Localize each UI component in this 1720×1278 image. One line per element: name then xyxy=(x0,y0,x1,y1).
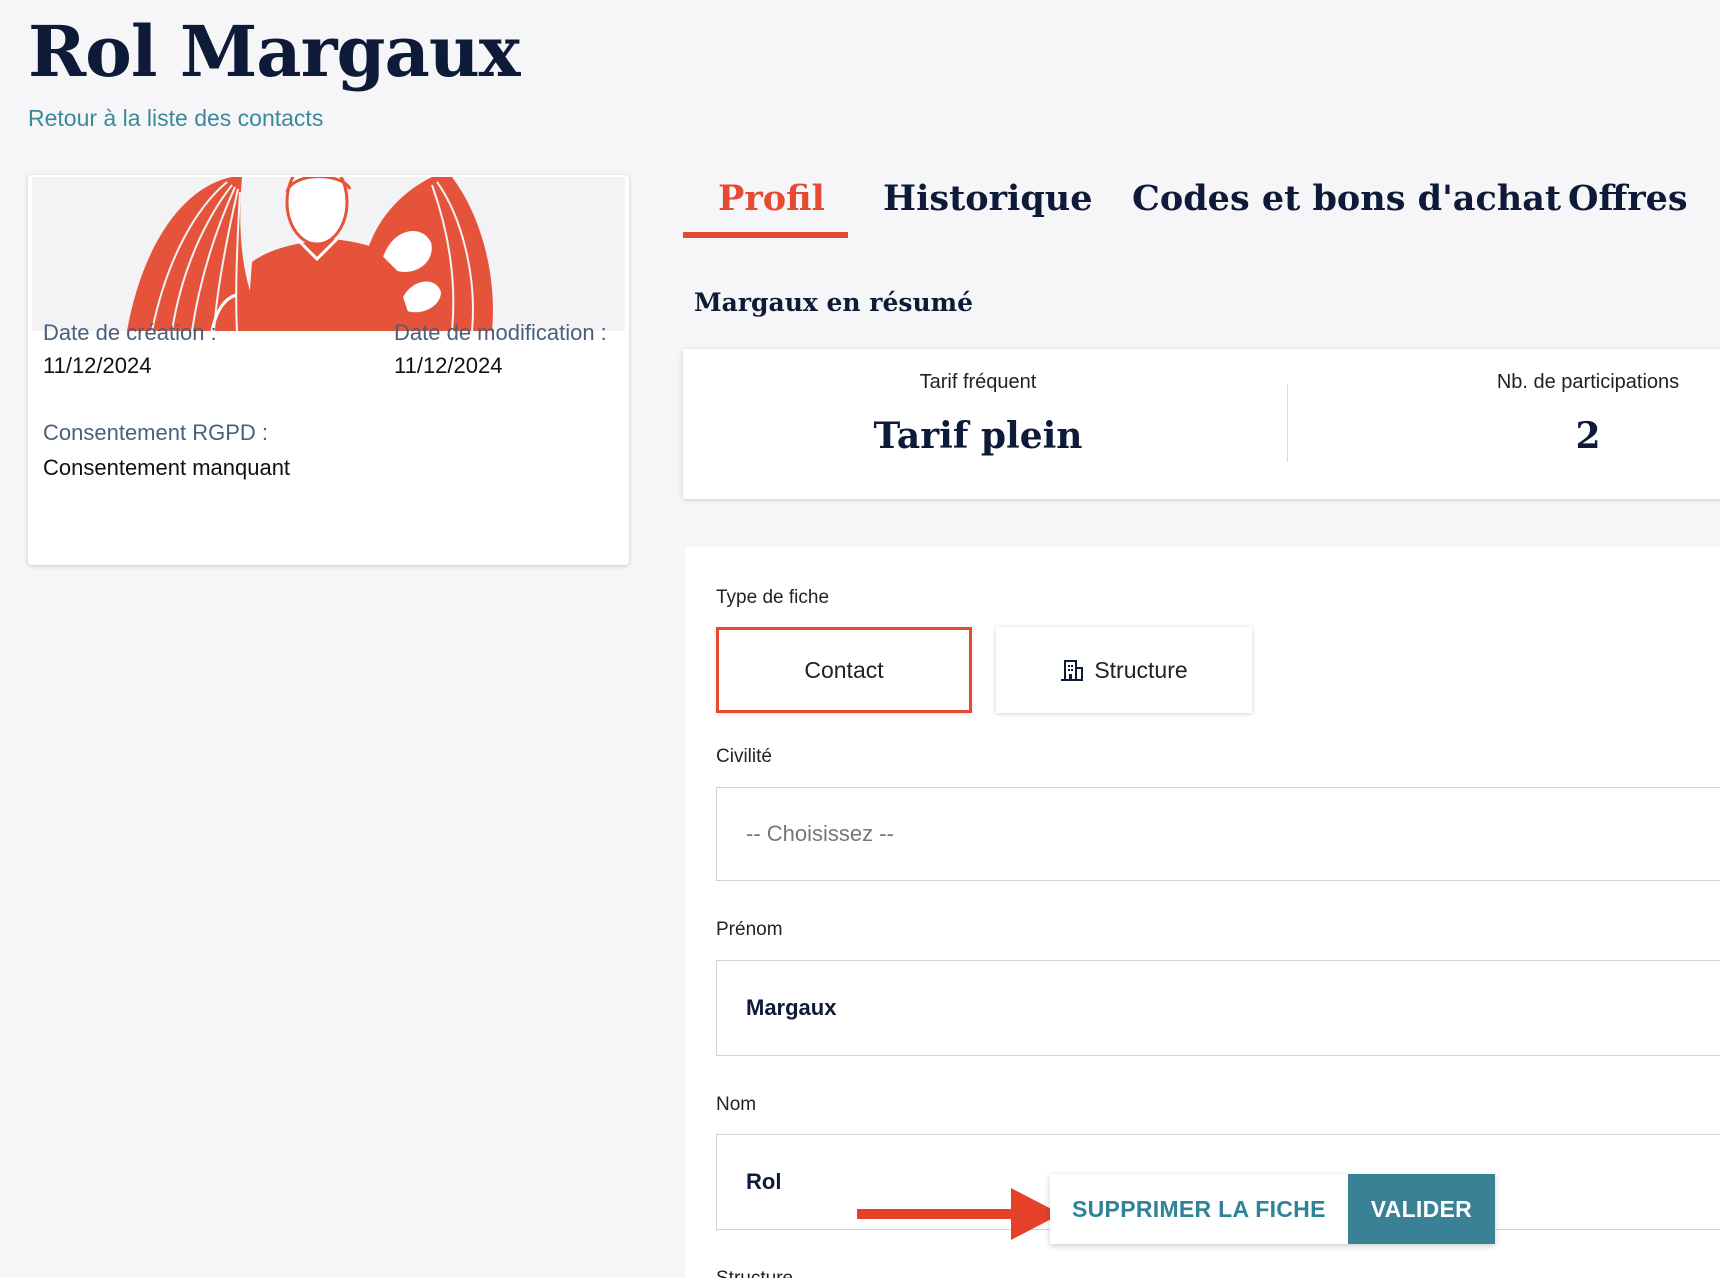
tab-codes-bons-achat[interactable]: Codes et bons d'achat xyxy=(1132,178,1561,219)
civility-select[interactable]: -- Choisissez -- xyxy=(716,787,1720,881)
type-label: Type de fiche xyxy=(716,587,830,608)
building-icon xyxy=(1060,659,1084,681)
back-to-contacts-link[interactable]: Retour à la liste des contacts xyxy=(28,105,323,132)
active-tab-indicator xyxy=(683,232,848,238)
civility-label: Civilité xyxy=(716,746,772,767)
summary-title: Margaux en résumé xyxy=(694,288,973,317)
participations-label: Nb. de participations xyxy=(1496,371,1680,393)
profile-banner-illustration xyxy=(32,177,625,331)
type-structure-label: Structure xyxy=(1094,656,1188,683)
frequent-rate-label: Tarif fréquent xyxy=(919,371,1037,393)
lastname-label: Nom xyxy=(716,1094,757,1115)
frequent-rate-value: Tarif plein xyxy=(873,415,1083,457)
contact-form: Type de fiche Contact Structure Civilité xyxy=(685,547,1720,1278)
contact-page: Rol Margaux Retour à la liste des contac… xyxy=(0,0,1720,1278)
tab-historique[interactable]: Historique xyxy=(883,178,1093,219)
created-date-label: Date de création : xyxy=(43,320,217,345)
consent-value: Consentement manquant xyxy=(43,455,291,480)
participations-value: 2 xyxy=(1575,415,1601,457)
created-date-value: 11/12/2024 xyxy=(43,353,152,378)
type-contact-label: Contact xyxy=(804,656,884,683)
page-title: Rol Margaux xyxy=(28,10,520,93)
firstname-input[interactable]: Margaux xyxy=(716,960,1720,1056)
profile-summary-card: Date de création : 11/12/2024 Date de mo… xyxy=(28,175,629,565)
modified-date-value: 11/12/2024 xyxy=(394,353,503,378)
delete-record-button[interactable]: SUPPRIMER LA FICHE xyxy=(1050,1174,1348,1244)
annotation-arrow-icon xyxy=(857,1188,1061,1240)
validate-button[interactable]: VALIDER xyxy=(1347,1174,1496,1244)
summary-stats-card: Tarif fréquent Tarif plein Nb. de partic… xyxy=(683,349,1720,499)
form-actions: SUPPRIMER LA FICHE VALIDER xyxy=(1050,1174,1496,1244)
structure-label: Structure xyxy=(716,1268,793,1278)
tab-profil[interactable]: Profil xyxy=(718,178,825,219)
type-contact-button[interactable]: Contact xyxy=(716,627,972,713)
type-structure-button[interactable]: Structure xyxy=(996,627,1252,713)
consent-label: Consentement RGPD : xyxy=(43,420,268,445)
stats-divider xyxy=(1287,384,1288,462)
firstname-label: Prénom xyxy=(716,919,783,940)
modified-date-label: Date de modification : xyxy=(394,320,607,345)
tab-offres[interactable]: Offres xyxy=(1568,178,1688,219)
